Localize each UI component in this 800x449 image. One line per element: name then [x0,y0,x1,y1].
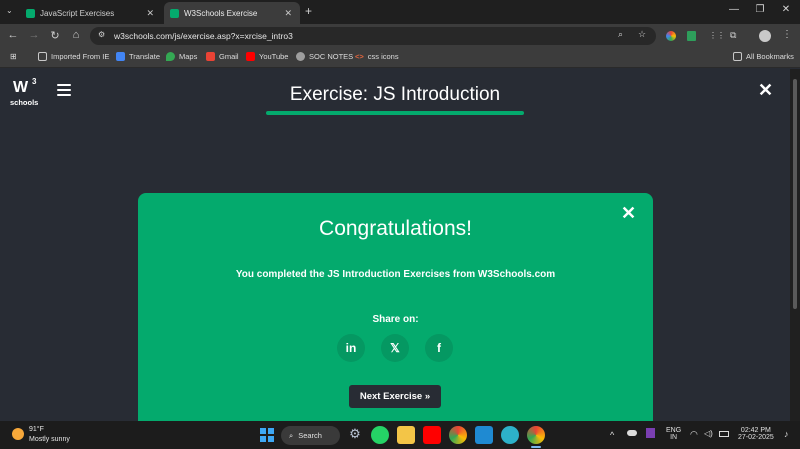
all-bookmarks[interactable]: All Bookmarks [733,52,794,61]
extension-colorwheel-icon[interactable] [666,31,676,41]
clock[interactable]: 02:42 PM 27-02-2025 [738,427,774,441]
page-viewport: W 3 schools Exercise: JS Introduction ✕ … [0,69,790,421]
site-info-icon[interactable]: ⚙ [98,30,105,39]
tab-search-icon[interactable]: ⌄ [6,6,13,15]
volume-icon[interactable]: ◁) [704,429,713,438]
code-icon: <> [355,52,364,61]
tab-label: W3Schools Exercise [184,8,258,18]
translate-icon [116,52,125,61]
chrome-icon[interactable] [449,426,467,444]
tab-close-icon[interactable]: ✕ [284,8,292,19]
page-scrollbar[interactable] [790,69,800,421]
battery-icon[interactable] [719,431,729,437]
bookmark-youtube[interactable]: YouTube [246,52,288,61]
onedrive-icon[interactable] [627,430,637,436]
restore-button[interactable]: ❐ [748,4,772,15]
w3schools-favicon-icon [26,8,35,18]
page-close-icon[interactable]: ✕ [758,80,773,101]
search-icon: ⌕ [289,430,294,440]
w3schools-favicon-icon [170,8,179,18]
hamburger-menu-icon[interactable] [57,84,71,96]
zoom-icon[interactable]: ⌕ [618,29,623,40]
extension-grid-icon[interactable]: ⋮⋮ [709,31,725,40]
windows-start-icon[interactable] [258,426,276,444]
x-twitter-icon[interactable]: 𝕏 [381,334,409,362]
tab-label: JavaScript Exercises [40,8,115,18]
tab-close-icon[interactable]: ✕ [146,8,154,19]
notification-bell-icon[interactable]: ♪ [784,429,789,439]
w3schools-logo[interactable]: W 3 schools [10,77,42,113]
bookmark-gmail[interactable]: Gmail [206,52,239,61]
url-text[interactable]: w3schools.com/js/exercise.asp?x=xrcise_i… [114,31,293,41]
bookmark-star-icon[interactable]: ☆ [638,29,646,40]
folder-icon [38,52,47,61]
tab-w3schools-exercise[interactable]: W3Schools Exercise ✕ [164,2,300,24]
back-arrow-icon[interactable]: ← [6,29,20,41]
bookmark-translate[interactable]: Translate [116,52,160,61]
onenote-icon[interactable] [646,428,655,438]
completion-message: You completed the JS Introduction Exerci… [235,269,556,280]
forward-arrow-icon[interactable]: → [27,29,41,41]
window-close-button[interactable]: ✕ [774,4,798,15]
facebook-icon[interactable]: f [425,334,453,362]
title-underline [266,111,524,115]
globe-icon [296,52,305,61]
modal-heading: Congratulations! [319,217,472,240]
reload-icon[interactable]: ↻ [48,29,62,42]
folder-icon [733,52,742,61]
file-explorer-icon[interactable] [397,426,415,444]
bookmark-css-icons[interactable]: <> css icons [355,52,399,61]
profile-avatar-icon[interactable] [759,30,771,42]
browser-menu-icon[interactable]: ⋮ [782,29,792,40]
extension-sheets-icon[interactable] [687,31,696,41]
taskbar-search[interactable]: ⌕ Search [281,426,340,445]
bookmark-soc-notes[interactable]: SOC NOTES [296,52,353,61]
next-exercise-button[interactable]: Next Exercise » [349,385,441,408]
page-title: Exercise: JS Introduction [289,84,501,105]
apps-grid-icon[interactable]: ⊞ [10,52,17,61]
wifi-icon[interactable]: ◠ [690,429,698,440]
youtube-icon [246,52,255,61]
bookmark-imported-from-ie[interactable]: Imported From IE [38,52,109,61]
gmail-icon [206,52,215,61]
tray-expand-icon[interactable]: ^ [610,430,614,440]
tab-javascript-exercises[interactable]: JavaScript Exercises ✕ [20,2,162,24]
language-indicator[interactable]: ENG IN [666,427,681,441]
sun-icon [12,428,24,440]
active-app-indicator [531,446,541,448]
congratulations-modal: ✕ Congratulations! You completed the JS … [138,193,653,421]
scrollbar-thumb[interactable] [793,79,797,309]
youtube-app-icon[interactable] [423,426,441,444]
address-bar[interactable]: ⚙ w3schools.com/js/exercise.asp?x=xrcise… [90,27,656,45]
chrome-active-icon[interactable] [527,426,545,444]
edge-icon[interactable] [501,426,519,444]
bookmark-maps[interactable]: Maps [166,52,197,61]
new-tab-button[interactable]: + [305,4,312,18]
browser-toolbar: ← → ↻ ⌂ ⚙ w3schools.com/js/exercise.asp?… [0,24,800,48]
extensions-puzzle-icon[interactable]: ⧉ [730,30,736,41]
minimize-button[interactable]: — [722,4,746,15]
whatsapp-icon[interactable] [371,426,389,444]
share-label: Share on: [372,314,419,325]
bookmarks-bar: ⊞ Imported From IE Translate Maps Gmail … [0,48,800,68]
weather-desc: Mostly sunny [29,436,70,443]
vscode-icon[interactable] [475,426,493,444]
settings-gear-icon[interactable]: ⚙ [346,426,364,444]
maps-icon [166,52,175,61]
home-icon[interactable]: ⌂ [69,29,83,41]
browser-tab-strip: ⌄ JavaScript Exercises ✕ W3Schools Exerc… [0,0,800,24]
weather-temp: 91°F [29,426,44,433]
linkedin-icon[interactable]: in [337,334,365,362]
windows-taskbar: 91°F Mostly sunny ⌕ Search ⚙ ^ ENG IN ◠ ◁… [0,421,800,449]
